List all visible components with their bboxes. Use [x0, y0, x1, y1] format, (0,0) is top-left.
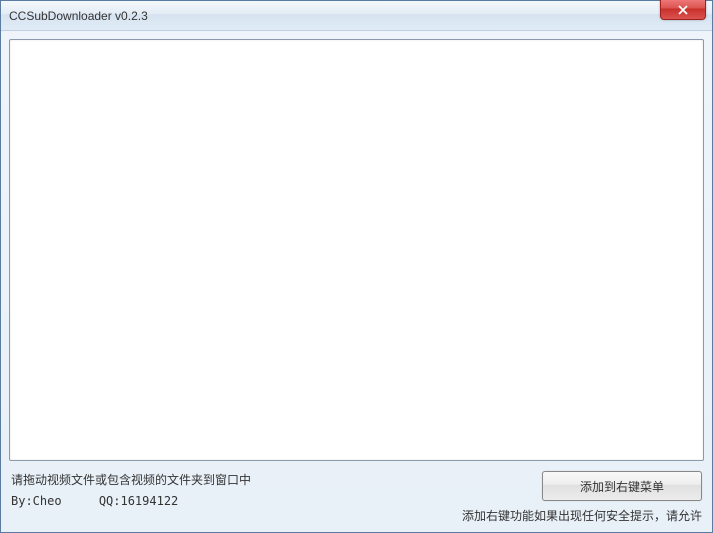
drag-hint-label: 请拖动视频文件或包含视频的文件夹到窗口中 [11, 471, 251, 488]
author-line: By:Cheo QQ:16194122 [11, 494, 251, 508]
close-icon [678, 5, 688, 15]
security-hint-label: 添加右键功能如果出现任何安全提示，请允许 [462, 507, 702, 524]
add-context-menu-button[interactable]: 添加到右键菜单 [542, 471, 702, 501]
right-area: 添加到右键菜单 添加右键功能如果出现任何安全提示，请允许 [462, 471, 702, 524]
titlebar[interactable]: CCSubDownloader v0.2.3 [1, 1, 712, 31]
client-area: 请拖动视频文件或包含视频的文件夹到窗口中 By:Cheo QQ:16194122… [1, 31, 712, 532]
left-info: 请拖动视频文件或包含视频的文件夹到窗口中 By:Cheo QQ:16194122 [11, 471, 251, 508]
author-by: By:Cheo [11, 494, 62, 508]
window-title: CCSubDownloader v0.2.3 [9, 9, 660, 23]
close-button[interactable] [660, 0, 706, 20]
drop-zone[interactable] [9, 39, 704, 461]
author-qq: QQ:16194122 [99, 494, 178, 508]
bottom-area: 请拖动视频文件或包含视频的文件夹到窗口中 By:Cheo QQ:16194122… [9, 471, 704, 524]
app-window: CCSubDownloader v0.2.3 请拖动视频文件或包含视频的文件夹到… [0, 0, 713, 533]
